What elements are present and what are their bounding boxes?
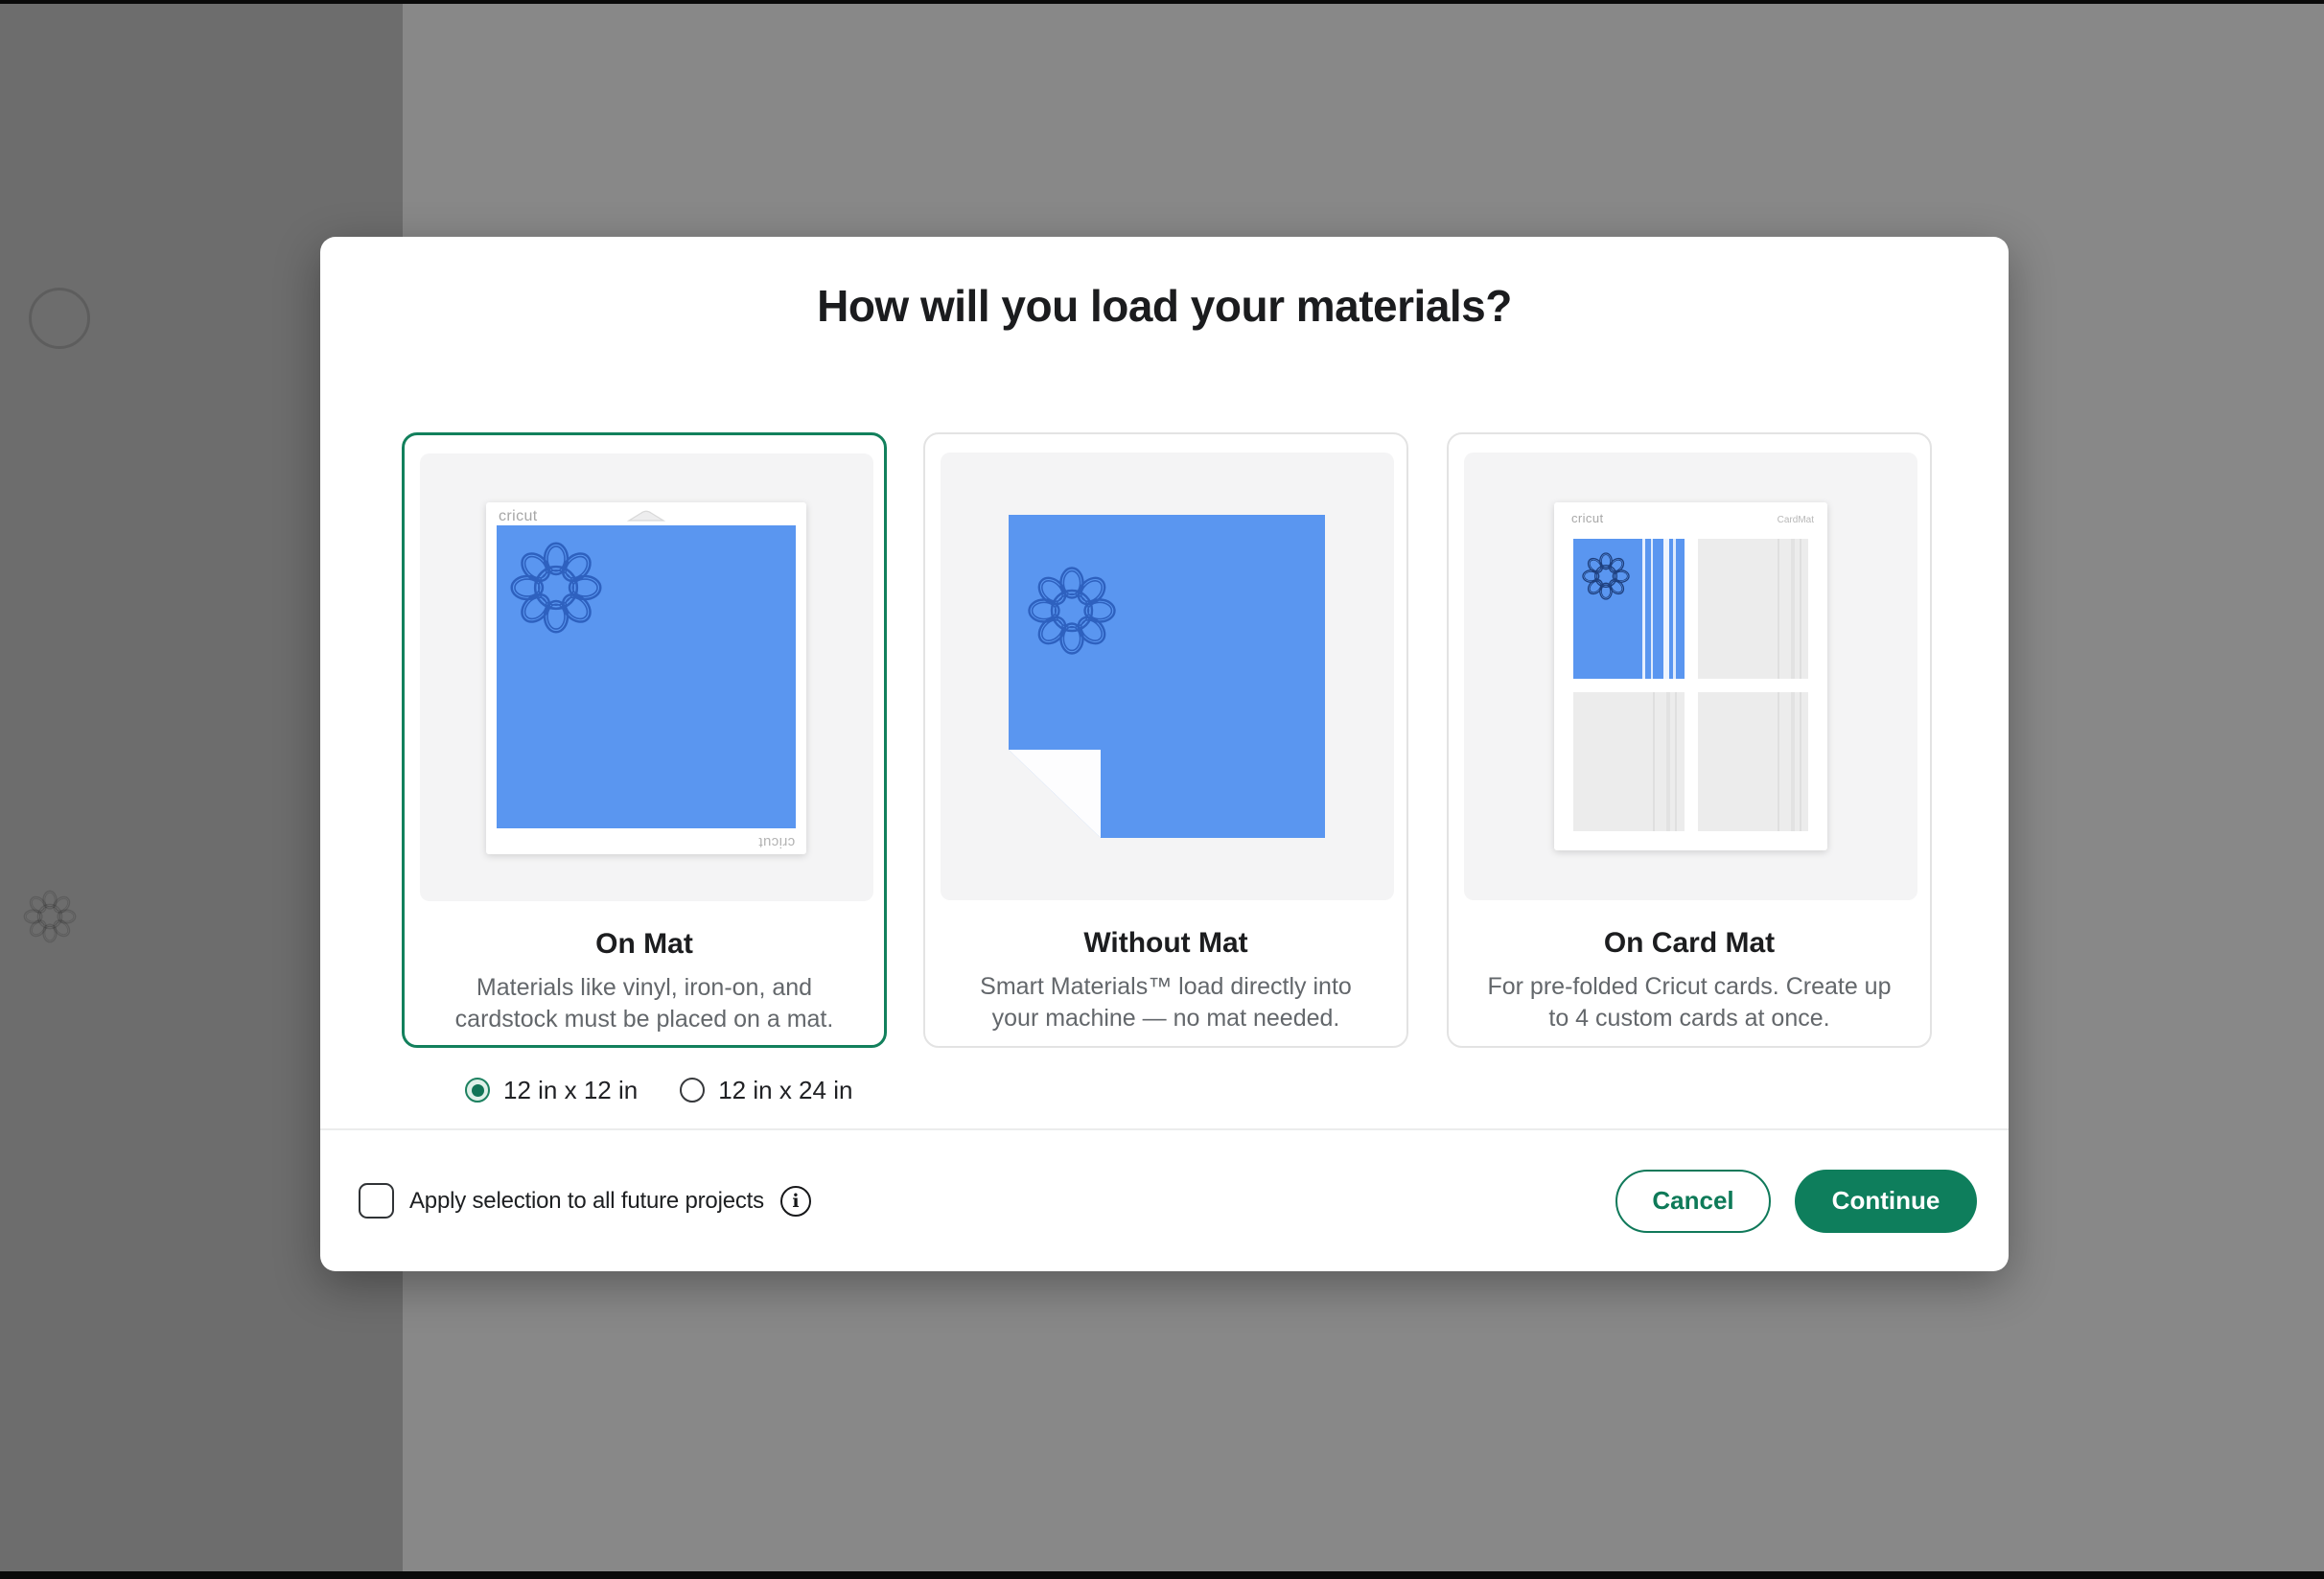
card-fold-line [1791, 692, 1795, 832]
option-description-line: your machine — no mat needed. [939, 1003, 1393, 1034]
option-title: On Card Mat [1449, 927, 1930, 960]
card-slot-empty [1698, 692, 1809, 832]
option-description-line: Smart Materials™ load directly into [939, 971, 1393, 1003]
peeled-corner [1009, 750, 1101, 838]
option-title: Without Mat [925, 927, 1406, 960]
option-description: Smart Materials™ load directly into your… [939, 971, 1393, 1034]
backdrop-ghost-circle [29, 288, 90, 349]
flower-cut-icon [506, 538, 606, 638]
mat-handle-icon [627, 510, 665, 522]
card-fold-line [1666, 692, 1670, 832]
option-description-line: cardstock must be placed on a mat. [418, 1004, 871, 1035]
backdrop-ghost-flower-icon [21, 888, 79, 945]
card-mat-illustration: cricut CardMat [1554, 502, 1827, 850]
cancel-button[interactable]: Cancel [1615, 1170, 1771, 1233]
card-fold-line [1642, 539, 1645, 679]
cricut-brand-label: cricut [499, 508, 538, 525]
option-card-on-mat[interactable]: cricut cricut On Mat Materials like viny… [402, 432, 887, 1048]
card-slot-empty [1698, 539, 1809, 679]
card-slot-blue [1573, 539, 1685, 679]
radio-12x12-label[interactable]: 12 in x 12 in [503, 1076, 638, 1105]
card-fold-line [1791, 539, 1795, 679]
card-slots [1573, 539, 1808, 831]
option-description: For pre-folded Cricut cards. Create up t… [1462, 971, 1917, 1034]
card-mat-product-label: CardMat [1778, 515, 1814, 525]
card-fold-line [1675, 692, 1677, 832]
option-description: Materials like vinyl, iron-on, and cards… [418, 972, 871, 1035]
option-description-line: Materials like vinyl, iron-on, and [418, 972, 871, 1004]
info-icon[interactable]: i [780, 1186, 811, 1217]
flower-cut-icon [1024, 563, 1120, 659]
card-fold-line [1800, 692, 1801, 832]
screen-bottom-edge [0, 1571, 2324, 1579]
radio-12x24[interactable] [680, 1078, 705, 1103]
dialog-footer: Apply selection to all future projects i… [359, 1130, 1977, 1271]
radio-selected-dot [472, 1084, 484, 1097]
on-card-mat-image-panel: cricut CardMat [1464, 453, 1917, 900]
card-fold-line [1651, 539, 1653, 679]
apply-to-future-checkbox[interactable] [359, 1183, 394, 1219]
on-mat-image-panel: cricut cricut [420, 453, 873, 901]
card-fold-line [1800, 539, 1801, 679]
flower-cut-icon [1580, 550, 1632, 602]
cricut-brand-label-reversed: cricut [758, 834, 795, 850]
radio-12x24-label[interactable]: 12 in x 24 in [718, 1076, 852, 1105]
without-mat-image-panel [941, 453, 1394, 900]
card-fold-line [1663, 539, 1669, 679]
card-slot-empty [1573, 692, 1685, 832]
continue-button[interactable]: Continue [1795, 1170, 1977, 1233]
dialog-title: How will you load your materials? [320, 280, 2009, 332]
cricut-brand-label: cricut [1571, 511, 1603, 525]
mat-illustration: cricut cricut [486, 502, 806, 854]
material-sheet [497, 525, 796, 828]
apply-to-future-label[interactable]: Apply selection to all future projects [409, 1188, 764, 1215]
option-title: On Mat [405, 928, 884, 961]
card-fold-line [1778, 692, 1779, 832]
card-fold-line [1778, 539, 1779, 679]
option-card-without-mat[interactable]: Without Mat Smart Materials™ load direct… [923, 432, 1408, 1048]
card-fold-line [1673, 539, 1676, 679]
load-materials-dialog: How will you load your materials? cricut… [320, 237, 2009, 1271]
option-description-line: to 4 custom cards at once. [1462, 1003, 1917, 1034]
radio-12x12[interactable] [465, 1078, 490, 1103]
option-description-line: For pre-folded Cricut cards. Create up [1462, 971, 1917, 1003]
card-fold-line [1653, 692, 1655, 832]
screen: How will you load your materials? cricut… [0, 0, 2324, 1579]
option-card-on-card-mat[interactable]: cricut CardMat [1447, 432, 1932, 1048]
mat-size-radio-group: 12 in x 12 in 12 in x 24 in [465, 1076, 852, 1104]
